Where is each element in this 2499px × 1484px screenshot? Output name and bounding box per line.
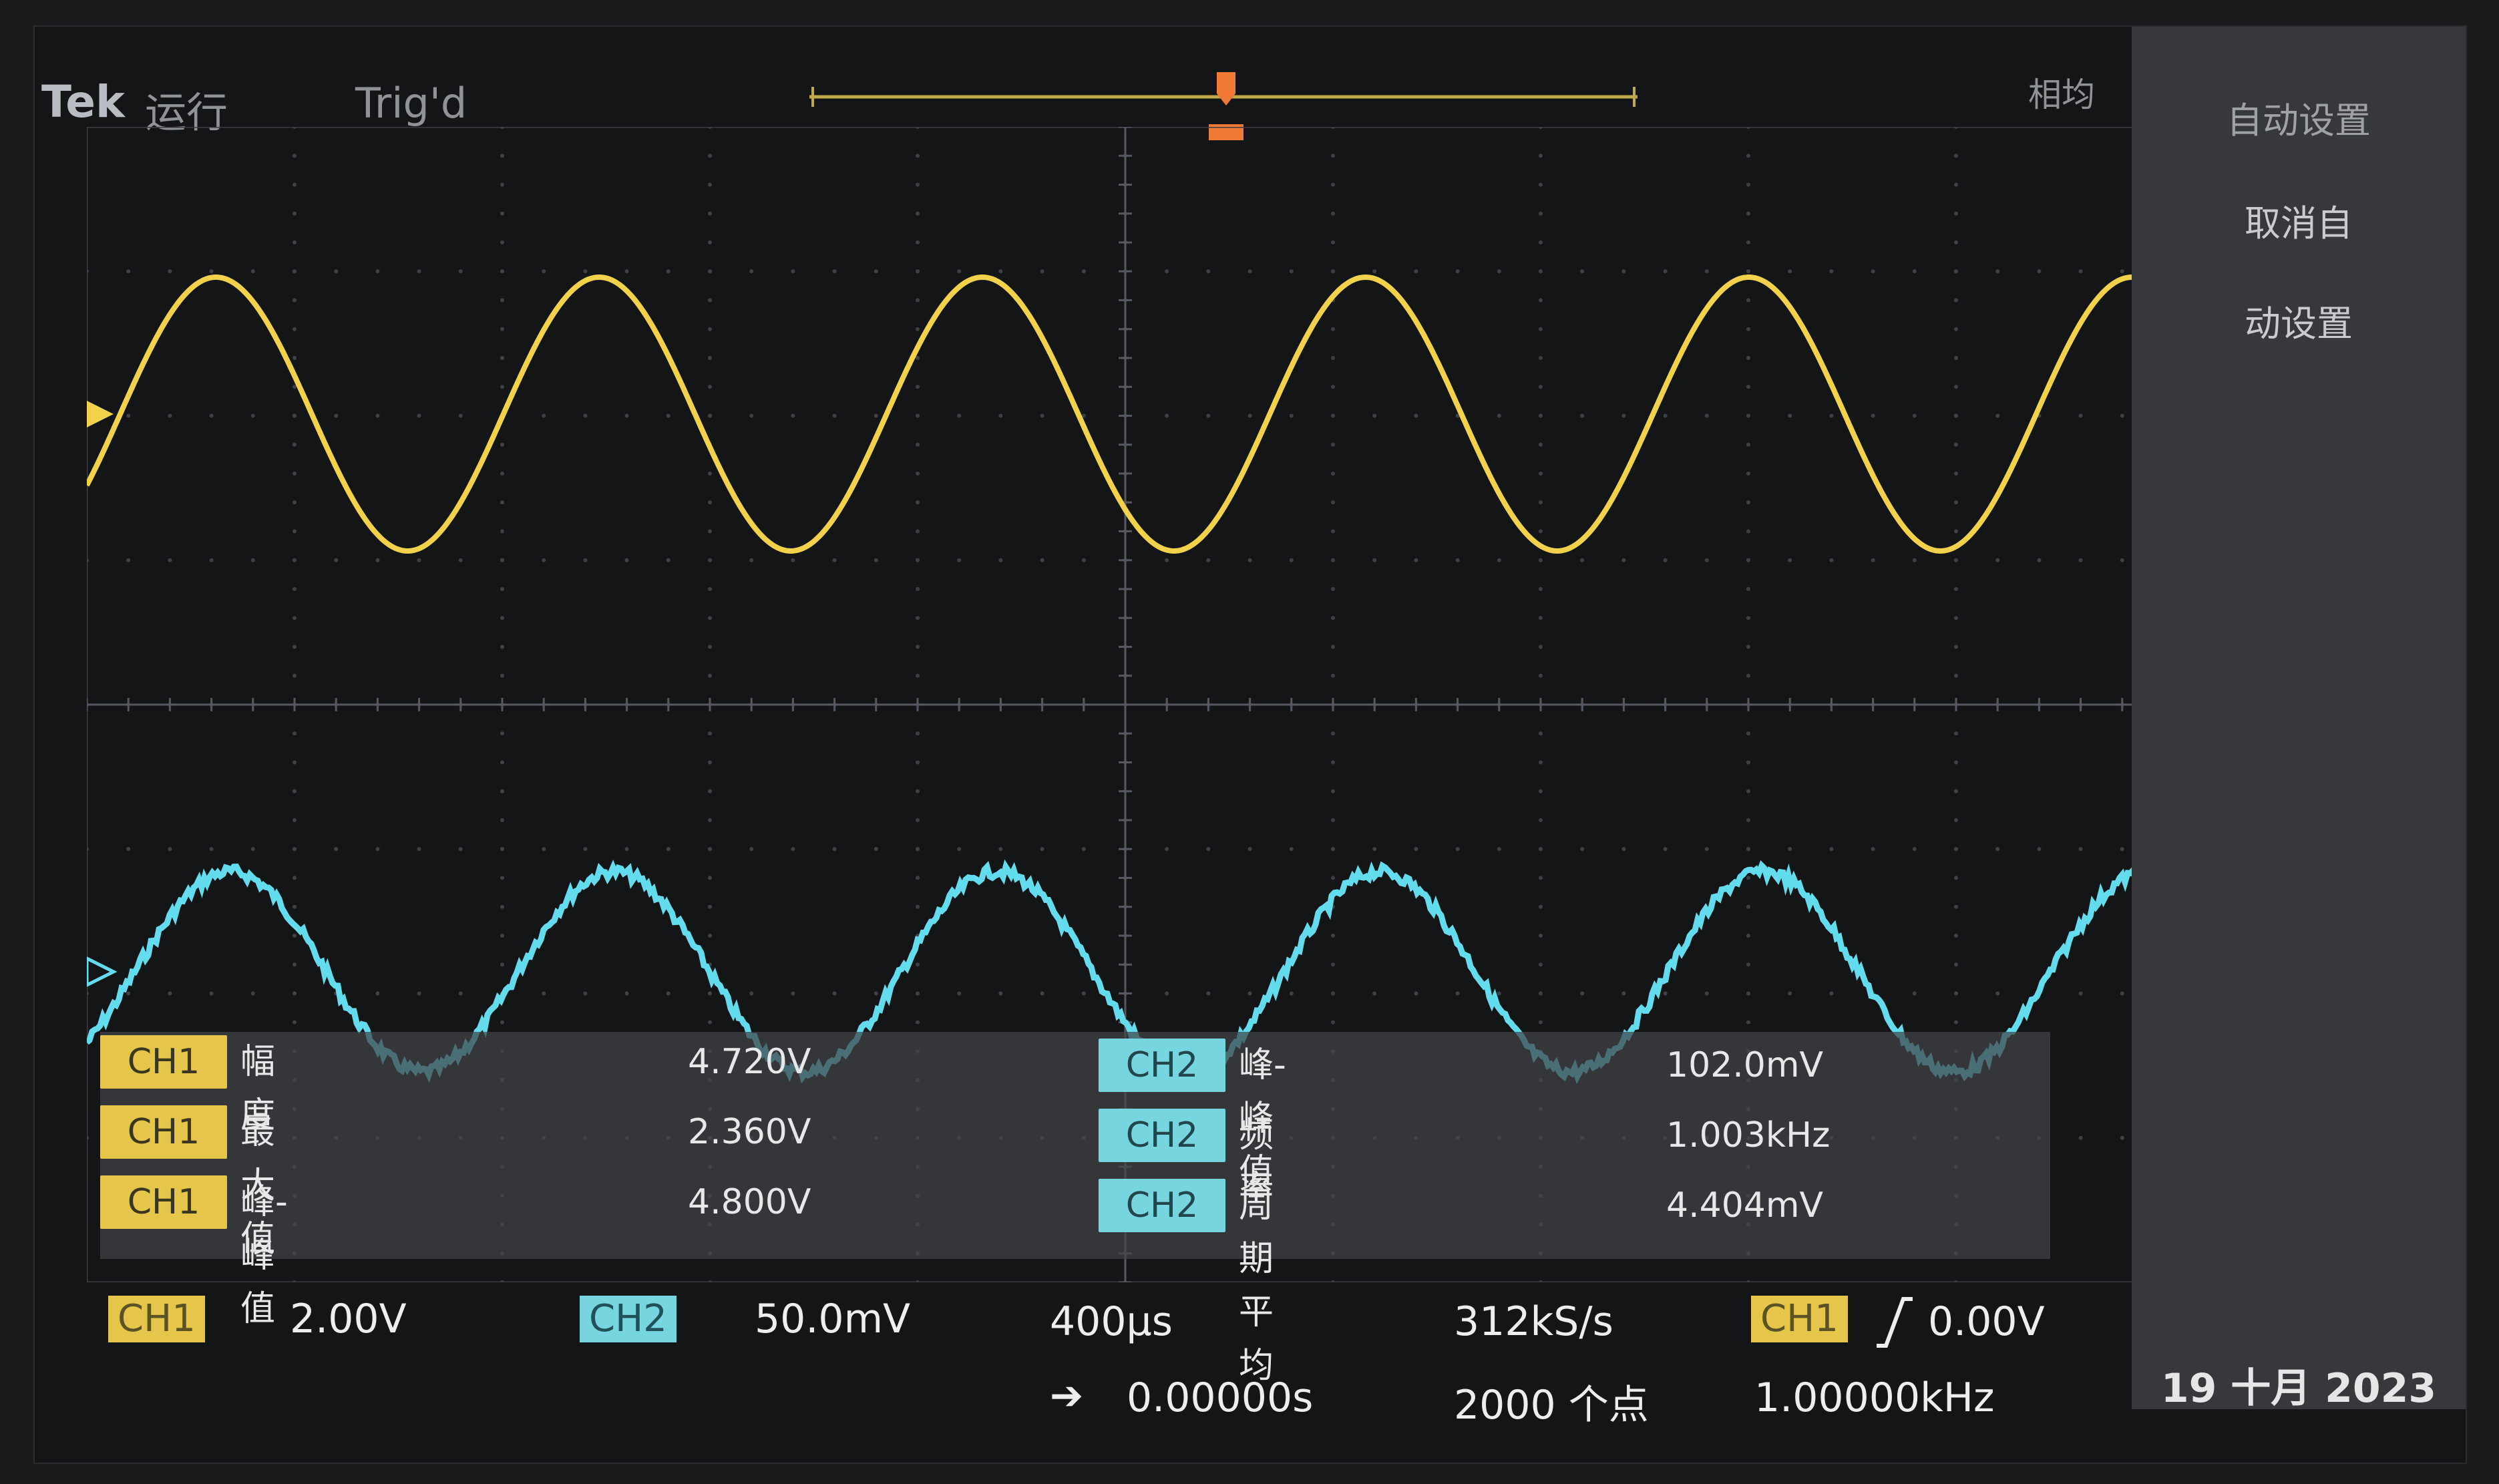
trigger-frequency: 1.00000kHz: [1754, 1374, 1995, 1421]
measurement-value: 1.003kHz: [1666, 1115, 1831, 1155]
trigger-level[interactable]: 0.00V: [1928, 1298, 2045, 1345]
ch1-scale-tag[interactable]: CH1: [108, 1296, 205, 1342]
top-status-bar: Tek 运行 Trig'd 相均 T: [35, 27, 2132, 140]
side-menu: 自动设置 取消自 动设置 19 十月 2023: [2132, 27, 2466, 1412]
ch2-scale-tag[interactable]: CH2: [580, 1296, 677, 1342]
horizontal-position[interactable]: 0.00000s: [1127, 1374, 1313, 1421]
measurement-channel-tag: CH1: [100, 1175, 227, 1229]
measurement-channel-tag: CH1: [100, 1105, 227, 1159]
measurement-value: 4.720V: [688, 1042, 811, 1082]
ch2-volts-per-div[interactable]: 50.0mV: [755, 1296, 910, 1342]
measurement-value: 4.404mV: [1666, 1185, 1824, 1226]
horizontal-position-icon: ➔: [1050, 1372, 1084, 1419]
bottom-status-bar: CH1 2.00V CH2 50.0mV 400µs ➔ 0.00000s 31…: [35, 1282, 2132, 1463]
sample-rate: 312kS/s: [1454, 1298, 1613, 1345]
rising-edge-icon: [1877, 1297, 1913, 1348]
measurement-value: 102.0mV: [1666, 1045, 1824, 1085]
date-display: 19 十月 2023: [2160, 1365, 2437, 1412]
oscilloscope-display: Tek 运行 Trig'd 相均 T 1: [0, 0, 2499, 1484]
ch1-ground-marker[interactable]: 1: [87, 400, 114, 431]
timebase[interactable]: 400µs: [1050, 1298, 1173, 1345]
trigger-source-tag[interactable]: CH1: [1751, 1296, 1848, 1342]
record-length: 2000 个点: [1454, 1382, 1649, 1429]
menu-item-autoset-2[interactable]: 动设置: [2132, 294, 2466, 347]
ch1-volts-per-div[interactable]: 2.00V: [290, 1296, 407, 1342]
screen: Tek 运行 Trig'd 相均 T 1: [33, 25, 2467, 1464]
measurement-value: 4.800V: [688, 1182, 811, 1222]
ch2-ground-marker[interactable]: 2: [87, 956, 118, 990]
menu-item-autoset[interactable]: 自动设置: [2132, 91, 2466, 144]
measurement-value: 2.360V: [688, 1112, 811, 1152]
measurement-panel: CH1 幅度 4.720V CH1 最大值 2.360V CH1 峰-峰值 4.…: [100, 1032, 2050, 1386]
measurement-channel-tag: CH2: [1099, 1179, 1225, 1232]
measurement-channel-tag: CH2: [1099, 1109, 1225, 1162]
measurement-channel-tag: CH2: [1099, 1039, 1225, 1092]
measurement-channel-tag: CH1: [100, 1035, 227, 1089]
horizontal-position-bar: T: [809, 72, 1638, 140]
menu-item-undo-autoset[interactable]: 取消自: [2132, 194, 2466, 246]
